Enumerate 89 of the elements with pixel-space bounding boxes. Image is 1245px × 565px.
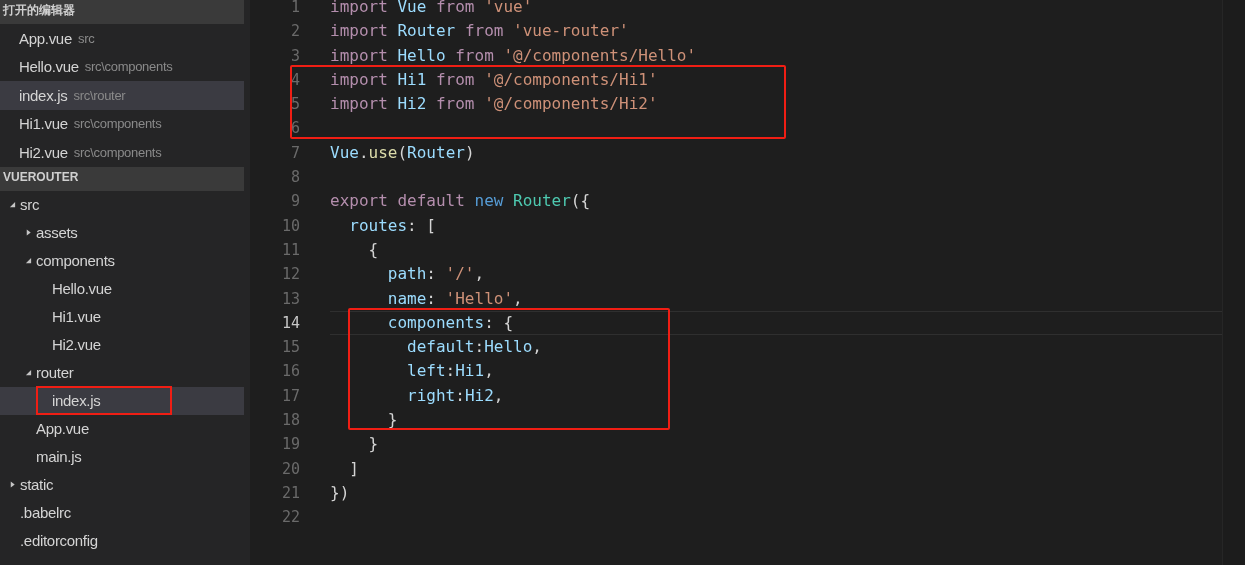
tree-label: Hi2.vue [52,336,101,353]
collapsed-arrow-icon[interactable] [8,481,16,488]
code-line: ] [348,458,359,478]
tree-item[interactable]: index.js [0,386,244,415]
code-line: import Router from 'vue-router' [330,21,629,41]
file-name: App.vue [19,29,72,47]
line-number: 7 [289,142,300,164]
code-line: import Hi2 from '@/components/Hi2' [330,94,658,114]
line-number: 1 [289,0,300,18]
line-number: 18 [280,410,300,432]
code-line: left:Hi1, [406,361,494,381]
tree-item[interactable]: App.vue [0,414,244,443]
code-line: right:Hi2, [406,385,504,405]
file-path: src\components [73,144,162,160]
line-number: 17 [280,385,300,407]
tree-item[interactable]: .editorconfig [0,526,244,555]
expanded-arrow-icon[interactable] [24,257,32,264]
tree-item[interactable]: .babelrc [0,498,244,527]
tree-item[interactable]: Hi2.vue [0,330,244,359]
tree-label: static [20,476,54,493]
open-editor-item[interactable]: Hi1.vue src\components [0,109,244,138]
open-editor-item[interactable]: App.vue src [0,24,244,53]
section-header[interactable]: 打开的编辑器 [0,0,244,24]
file-name: Hello.vue [19,58,79,76]
code-line: import Hello from '@/components/Hello' [330,45,697,65]
tree-item[interactable]: static [0,470,244,499]
file-name: Hi1.vue [19,115,68,133]
line-number: 3 [289,45,300,67]
tree-item[interactable]: components [0,246,244,275]
line-number: 6 [289,118,300,140]
code-line: } [386,410,398,430]
collapsed-arrow-icon[interactable] [24,229,32,236]
code-line: name: 'Hello', [386,288,523,308]
tree-item[interactable]: Hello.vue [0,274,244,303]
tree-item[interactable]: assets [0,218,244,247]
open-editor-item[interactable]: index.js src\router [0,81,244,110]
line-number: 15 [280,337,300,359]
tree-label: .babelrc [20,504,71,521]
code-line: import Hi1 from '@/components/Hi1' [330,69,658,89]
file-path: src\router [73,87,126,103]
code-line: { [367,239,379,259]
section-header[interactable]: VUEROUTER [0,166,244,191]
file-name: Hi2.vue [19,143,68,161]
tree-label: src [20,196,40,213]
line-number: 13 [280,288,300,310]
tree-item[interactable]: main.js [0,442,244,471]
line-number: 8 [289,167,300,189]
tree-item[interactable]: src [0,190,244,219]
code-line: path: '/', [386,264,485,284]
open-editor-item[interactable]: Hi2.vue src\components [0,138,244,167]
code-line: export default new Router({ [330,191,591,211]
line-number: 14 [280,312,300,334]
line-number: 10 [280,215,300,237]
line-number: 5 [289,94,300,116]
expanded-arrow-icon[interactable] [8,201,16,208]
tree-label: App.vue [36,420,89,437]
tree-label: index.js [36,386,173,415]
file-path: src [77,30,95,46]
code-line: } [367,434,379,454]
line-number: 9 [289,191,300,213]
tree-item[interactable]: router [0,358,244,387]
line-number: 21 [280,482,300,504]
tree-label: components [36,252,115,269]
line-number: 20 [280,458,300,480]
line-number: 16 [280,361,300,383]
tree-label: Hi1.vue [52,308,101,325]
file-path: src\components [84,59,173,75]
code-line: Vue.use(Router) [330,142,475,162]
expanded-arrow-icon[interactable] [24,369,32,376]
tree-label: main.js [36,448,82,465]
file-name: index.js [19,86,68,104]
code-line: routes: [ [348,215,436,235]
code-line: default:Hello, [406,337,542,357]
tree-label: router [36,364,74,381]
tree-item[interactable]: Hi1.vue [0,302,244,331]
code-line: import Vue from 'vue' [330,0,533,16]
tree-label: assets [36,224,78,241]
tree-label: .editorconfig [20,532,98,549]
tree-label: Hello.vue [52,280,112,297]
line-number: 12 [280,264,300,286]
code-line: }) [330,482,350,502]
line-number: 2 [289,21,300,43]
code-line: components: { [386,312,514,332]
open-editor-item[interactable]: Hello.vue src\components [0,52,244,81]
file-path: src\components [73,116,162,132]
line-number: 19 [280,434,300,456]
line-number: 4 [289,69,300,91]
line-number: 22 [280,507,300,529]
line-number: 11 [280,239,300,261]
